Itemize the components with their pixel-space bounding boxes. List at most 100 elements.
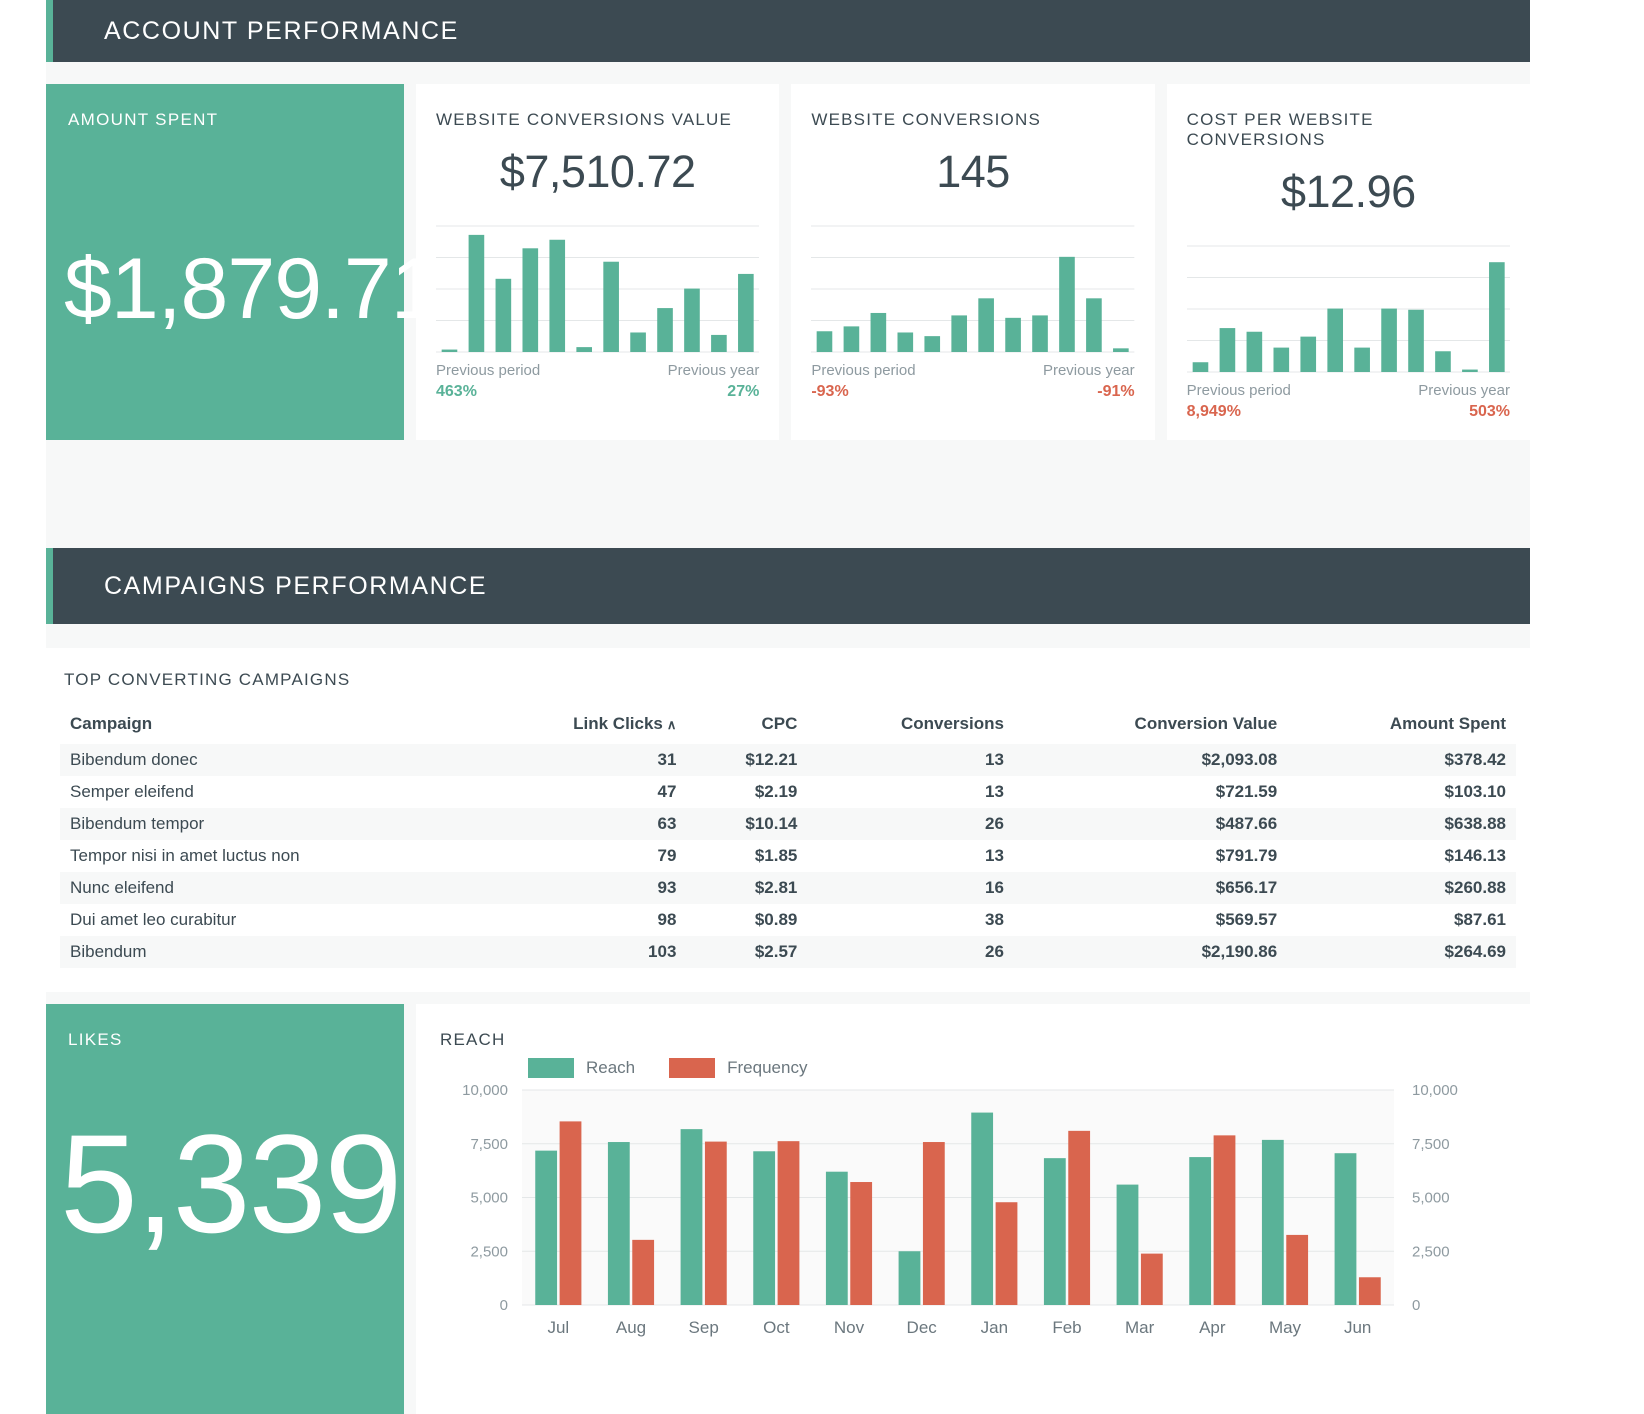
kpi-prev-period-label-0: Previous period xyxy=(436,362,540,379)
panel-title-reach: REACH xyxy=(432,1030,1514,1050)
svg-text:0: 0 xyxy=(1412,1297,1420,1314)
section-accent-bar xyxy=(46,0,53,62)
sort-ascending-icon: ∧ xyxy=(667,717,677,733)
kpi-prev-year-value-0: 27% xyxy=(727,383,759,401)
kpi-card-0[interactable]: WEBSITE CONVERSIONS VALUE $7,510.72 Prev… xyxy=(416,84,779,440)
column-header-campaign[interactable]: Campaign xyxy=(60,708,479,744)
kpi-label-1: WEBSITE CONVERSIONS xyxy=(811,110,1134,130)
amount-spent-cell: $264.69 xyxy=(1287,936,1516,968)
svg-text:5,000: 5,000 xyxy=(1412,1190,1450,1207)
table-row[interactable]: Bibendum103$2.5726$2,190.86$264.69 xyxy=(60,936,1516,968)
kpi-compare-values-2: 8,949% 503% xyxy=(1187,403,1510,421)
kpi-value-2: $12.96 xyxy=(1187,166,1510,218)
kpi-card-amount-spent[interactable]: AMOUNT SPENT $1,879.71 xyxy=(46,84,404,440)
campaign-cell: Semper eleifend xyxy=(60,776,479,808)
conversion-value-cell: $2,190.86 xyxy=(1014,936,1287,968)
kpi-prev-period-label-2: Previous period xyxy=(1187,382,1291,399)
cpc-cell: $12.21 xyxy=(686,744,807,776)
svg-text:Jul: Jul xyxy=(547,1318,569,1337)
svg-text:May: May xyxy=(1269,1318,1302,1337)
svg-text:Feb: Feb xyxy=(1052,1318,1081,1337)
link-clicks-cell: 93 xyxy=(479,872,686,904)
kpi-prev-period-value-1: -93% xyxy=(811,383,848,401)
svg-text:10,000: 10,000 xyxy=(462,1084,508,1099)
table-row[interactable]: Bibendum donec31$12.2113$2,093.08$378.42 xyxy=(60,744,1516,776)
table-row[interactable]: Semper eleifend47$2.1913$721.59$103.10 xyxy=(60,776,1516,808)
column-header-link-clicks[interactable]: Link Clicks∧ xyxy=(479,708,686,744)
legend-swatch-reach xyxy=(528,1058,574,1078)
kpi-prev-year-label-2: Previous year xyxy=(1418,382,1510,399)
reach-chart-panel: REACH Reach Frequency 002,5002,5005,0005… xyxy=(416,1004,1530,1414)
kpi-sparkline-2 xyxy=(1187,244,1510,374)
kpi-label-0: WEBSITE CONVERSIONS VALUE xyxy=(436,110,759,130)
campaign-cell: Bibendum xyxy=(60,936,479,968)
svg-text:Jun: Jun xyxy=(1344,1318,1371,1337)
chart-legend: Reach Frequency xyxy=(528,1058,1514,1078)
conversions-cell: 38 xyxy=(807,904,1014,936)
table-row[interactable]: Nunc eleifend93$2.8116$656.17$260.88 xyxy=(60,872,1516,904)
column-header-conversion-value[interactable]: Conversion Value xyxy=(1014,708,1287,744)
table-row[interactable]: Bibendum tempor63$10.1426$487.66$638.88 xyxy=(60,808,1516,840)
kpi-value-1: 145 xyxy=(811,146,1134,198)
column-header-cpc[interactable]: CPC xyxy=(686,708,807,744)
legend-swatch-frequency xyxy=(669,1058,715,1078)
svg-text:Sep: Sep xyxy=(689,1318,719,1337)
svg-text:Nov: Nov xyxy=(834,1318,865,1337)
campaign-cell: Tempor nisi in amet luctus non xyxy=(60,840,479,872)
svg-text:5,000: 5,000 xyxy=(470,1190,508,1207)
conversion-value-cell: $487.66 xyxy=(1014,808,1287,840)
cpc-cell: $1.85 xyxy=(686,840,807,872)
reach-chart-area: 002,5002,5005,0005,0007,5007,50010,00010… xyxy=(432,1084,1514,1349)
kpi-compare-labels-0: Previous period Previous year xyxy=(436,362,759,379)
cpc-cell: $2.81 xyxy=(686,872,807,904)
cpc-cell: $0.89 xyxy=(686,904,807,936)
panel-title-top-campaigns: TOP CONVERTING CAMPAIGNS xyxy=(60,670,1516,690)
kpi-sparkline-1 xyxy=(811,224,1134,354)
table-row[interactable]: Dui amet leo curabitur98$0.8938$569.57$8… xyxy=(60,904,1516,936)
top-converting-campaigns-panel: TOP CONVERTING CAMPAIGNS Campaign Link C… xyxy=(46,648,1530,992)
kpi-value-0: $7,510.72 xyxy=(436,146,759,198)
kpi-card-likes[interactable]: LIKES 5,339 xyxy=(46,1004,404,1414)
amount-spent-cell: $378.42 xyxy=(1287,744,1516,776)
column-header-conversions[interactable]: Conversions xyxy=(807,708,1014,744)
kpi-compare-values-0: 463% 27% xyxy=(436,383,759,401)
conversions-cell: 13 xyxy=(807,840,1014,872)
dashboard-page: ACCOUNT PERFORMANCE AMOUNT SPENT $1,879.… xyxy=(0,0,1644,1414)
kpi-prev-year-value-1: -91% xyxy=(1097,383,1134,401)
kpi-value-amount-spent: $1,879.71 xyxy=(64,246,438,332)
section-header-campaigns: CAMPAIGNS PERFORMANCE xyxy=(46,548,1530,624)
section-title-campaigns: CAMPAIGNS PERFORMANCE xyxy=(46,572,487,601)
legend-item-frequency[interactable]: Frequency xyxy=(669,1058,807,1078)
link-clicks-cell: 63 xyxy=(479,808,686,840)
svg-text:Jan: Jan xyxy=(981,1318,1008,1337)
campaign-cell: Bibendum donec xyxy=(60,744,479,776)
kpi-prev-year-label-0: Previous year xyxy=(668,362,760,379)
conversion-value-cell: $721.59 xyxy=(1014,776,1287,808)
table-row[interactable]: Tempor nisi in amet luctus non79$1.8513$… xyxy=(60,840,1516,872)
reach-bar-chart[interactable]: 002,5002,5005,0005,0007,5007,50010,00010… xyxy=(432,1084,1512,1349)
cpc-cell: $10.14 xyxy=(686,808,807,840)
column-header-amount-spent[interactable]: Amount Spent xyxy=(1287,708,1516,744)
cpc-cell: $2.19 xyxy=(686,776,807,808)
kpi-compare-labels-2: Previous period Previous year xyxy=(1187,382,1510,399)
conversions-cell: 26 xyxy=(807,936,1014,968)
kpi-card-2[interactable]: COST PER WEBSITE CONVERSIONS $12.96 Prev… xyxy=(1167,84,1530,440)
svg-text:Oct: Oct xyxy=(763,1318,790,1337)
kpi-compare-labels-1: Previous period Previous year xyxy=(811,362,1134,379)
kpi-compare-values-1: -93% -91% xyxy=(811,383,1134,401)
legend-item-reach[interactable]: Reach xyxy=(528,1058,635,1078)
section-accent-bar-campaigns xyxy=(46,548,53,624)
kpi-card-1[interactable]: WEBSITE CONVERSIONS 145 Previous period … xyxy=(791,84,1154,440)
kpi-label-likes: LIKES xyxy=(68,1030,404,1050)
bottom-strip: LIKES 5,339 REACH Reach Frequency 002,50… xyxy=(46,1004,1530,1414)
svg-text:Aug: Aug xyxy=(616,1318,646,1337)
table-header-row: Campaign Link Clicks∧ CPC Conversions Co… xyxy=(60,708,1516,744)
page-gutter-right xyxy=(1530,0,1644,1414)
kpi-prev-year-label-1: Previous year xyxy=(1043,362,1135,379)
amount-spent-cell: $87.61 xyxy=(1287,904,1516,936)
link-clicks-cell: 47 xyxy=(479,776,686,808)
campaigns-table-head: Campaign Link Clicks∧ CPC Conversions Co… xyxy=(60,708,1516,744)
column-header-link-clicks-label: Link Clicks xyxy=(573,714,663,733)
conversions-cell: 13 xyxy=(807,744,1014,776)
svg-text:0: 0 xyxy=(500,1297,508,1314)
